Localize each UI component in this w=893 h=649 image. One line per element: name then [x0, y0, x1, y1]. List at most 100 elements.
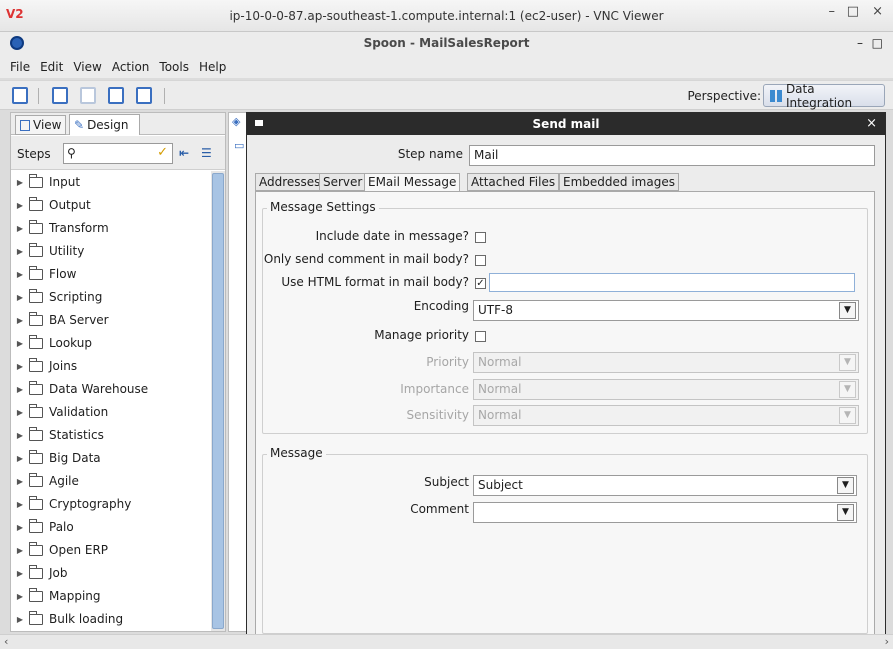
expand-arrow-icon[interactable]: ▶	[11, 408, 29, 417]
subject-select[interactable]: Subject ▼	[473, 475, 857, 496]
tree-item-ba-server[interactable]: ▶ BA Server	[11, 309, 109, 331]
folder-icon	[29, 610, 43, 625]
expand-arrow-icon[interactable]: ▶	[11, 362, 29, 371]
data-integration-perspective-button[interactable]: Data Integration	[763, 82, 885, 110]
menu-edit[interactable]: Edit	[40, 60, 63, 74]
scroll-left-icon[interactable]: ‹	[4, 635, 8, 648]
expand-arrow-icon[interactable]: ▶	[11, 247, 29, 256]
tree-item-bulk-loading[interactable]: ▶ Bulk loading	[11, 608, 123, 630]
spoon-minimize-button[interactable]: –	[857, 36, 863, 50]
expand-arrow-icon[interactable]: ▶	[11, 178, 29, 187]
tree-item-mapping[interactable]: ▶ Mapping	[11, 585, 101, 607]
menu-file[interactable]: File	[10, 60, 30, 74]
tree-item-validation[interactable]: ▶ Validation	[11, 401, 108, 423]
tree-item-data-warehouse[interactable]: ▶ Data Warehouse	[11, 378, 148, 400]
open-file-icon[interactable]	[52, 87, 68, 104]
tree-scrollbar[interactable]	[211, 171, 225, 631]
expand-arrow-icon[interactable]: ▶	[11, 500, 29, 509]
dialog-close-button[interactable]: ×	[866, 116, 877, 131]
include-date-checkbox[interactable]	[475, 232, 486, 243]
expand-arrow-icon[interactable]: ▶	[11, 431, 29, 440]
tree-item-output[interactable]: ▶ Output	[11, 194, 91, 216]
menu-view[interactable]: View	[73, 60, 101, 74]
expand-arrow-icon[interactable]: ▶	[11, 201, 29, 210]
expand-arrow-icon[interactable]: ▶	[11, 270, 29, 279]
tree-item-cryptography[interactable]: ▶ Cryptography	[11, 493, 131, 515]
chevron-down-icon[interactable]: ▼	[837, 477, 854, 494]
sensitivity-select[interactable]: Normal ▼	[473, 405, 859, 426]
expand-arrow-icon[interactable]: ▶	[11, 385, 29, 394]
menu-action[interactable]: Action	[112, 60, 150, 74]
tree-item-input[interactable]: ▶ Input	[11, 171, 80, 193]
chevron-down-icon[interactable]: ▼	[839, 302, 856, 319]
tree-item-agile[interactable]: ▶ Agile	[11, 470, 79, 492]
spoon-maximize-button[interactable]: □	[872, 36, 883, 50]
subject-label: Subject	[424, 475, 469, 489]
tab-server[interactable]: Server	[319, 173, 367, 191]
save-icon[interactable]	[108, 87, 124, 104]
chevron-down-icon[interactable]: ▼	[839, 381, 856, 398]
tree-item-utility[interactable]: ▶ Utility	[11, 240, 84, 262]
chevron-down-icon[interactable]: ▼	[837, 504, 854, 521]
only-comment-checkbox[interactable]	[475, 255, 486, 266]
tab-design[interactable]: ✎ Design	[69, 114, 140, 135]
explore-repository-icon[interactable]	[80, 87, 96, 104]
importance-select[interactable]: Normal ▼	[473, 379, 859, 400]
tab-attached-files[interactable]: Attached Files	[467, 173, 560, 191]
expand-arrow-icon[interactable]: ▶	[11, 592, 29, 601]
horizontal-scrollbar[interactable]: ‹ ›	[0, 634, 893, 649]
expand-all-icon[interactable]: ☰	[201, 146, 212, 160]
tree-item-big-data[interactable]: ▶ Big Data	[11, 447, 101, 469]
tab-email-message[interactable]: EMail Message	[364, 173, 461, 192]
comment-select[interactable]: ▼	[473, 502, 857, 523]
tree-item-lookup[interactable]: ▶ Lookup	[11, 332, 92, 354]
menu-tools[interactable]: Tools	[159, 60, 189, 74]
tree-item-flow[interactable]: ▶ Flow	[11, 263, 76, 285]
collapse-all-icon[interactable]: ⇤	[179, 146, 189, 160]
chevron-down-icon[interactable]: ▼	[839, 354, 856, 371]
expand-arrow-icon[interactable]: ▶	[11, 339, 29, 348]
expand-arrow-icon[interactable]: ▶	[11, 477, 29, 486]
vnc-minimize-button[interactable]: –	[829, 4, 836, 19]
tree-item-job[interactable]: ▶ Job	[11, 562, 68, 584]
priority-select[interactable]: Normal ▼	[473, 352, 859, 373]
clear-search-icon[interactable]: ✓	[157, 145, 168, 160]
expand-arrow-icon[interactable]: ▶	[11, 454, 29, 463]
manage-priority-checkbox[interactable]	[475, 331, 486, 342]
steps-search-input[interactable]: ⚲ ✓	[63, 143, 173, 164]
chevron-down-icon[interactable]: ▼	[839, 407, 856, 424]
step-name-input[interactable]: Mail	[469, 145, 875, 166]
menu-help[interactable]: Help	[199, 60, 226, 74]
new-file-icon[interactable]	[12, 87, 28, 104]
expand-arrow-icon[interactable]: ▶	[11, 293, 29, 302]
expand-arrow-icon[interactable]: ▶	[11, 546, 29, 555]
tab-embedded-images[interactable]: Embedded images	[559, 173, 679, 191]
use-html-input[interactable]	[489, 273, 855, 292]
tree-item-palo[interactable]: ▶ Palo	[11, 516, 74, 538]
tree-item-label: Utility	[49, 244, 85, 258]
tree-item-transform[interactable]: ▶ Transform	[11, 217, 109, 239]
tree-item-open-erp[interactable]: ▶ Open ERP	[11, 539, 108, 561]
folder-icon	[29, 403, 43, 418]
expand-arrow-icon[interactable]: ▶	[11, 615, 29, 624]
canvas-doc-icon[interactable]: ▭	[234, 139, 244, 152]
encoding-select[interactable]: UTF-8 ▼	[473, 300, 859, 321]
scroll-right-icon[interactable]: ›	[885, 635, 889, 648]
folder-icon	[29, 587, 43, 602]
use-html-checkbox[interactable]: ✓	[475, 278, 486, 289]
save-as-icon[interactable]	[136, 87, 152, 104]
vnc-maximize-button[interactable]: □	[847, 4, 859, 19]
vnc-close-button[interactable]: ×	[872, 4, 883, 19]
canvas-tab-icon[interactable]: ◈	[232, 115, 240, 128]
expand-arrow-icon[interactable]: ▶	[11, 316, 29, 325]
tree-item-scripting[interactable]: ▶ Scripting	[11, 286, 102, 308]
expand-arrow-icon[interactable]: ▶	[11, 224, 29, 233]
tab-addresses[interactable]: Addresses	[255, 173, 325, 191]
expand-arrow-icon[interactable]: ▶	[11, 569, 29, 578]
tree-item-statistics[interactable]: ▶ Statistics	[11, 424, 104, 446]
tree-item-joins[interactable]: ▶ Joins	[11, 355, 77, 377]
tab-view[interactable]: View	[15, 115, 67, 135]
tree-scrollbar-thumb[interactable]	[212, 173, 224, 629]
expand-arrow-icon[interactable]: ▶	[11, 523, 29, 532]
tree-item-label: Validation	[49, 405, 109, 419]
